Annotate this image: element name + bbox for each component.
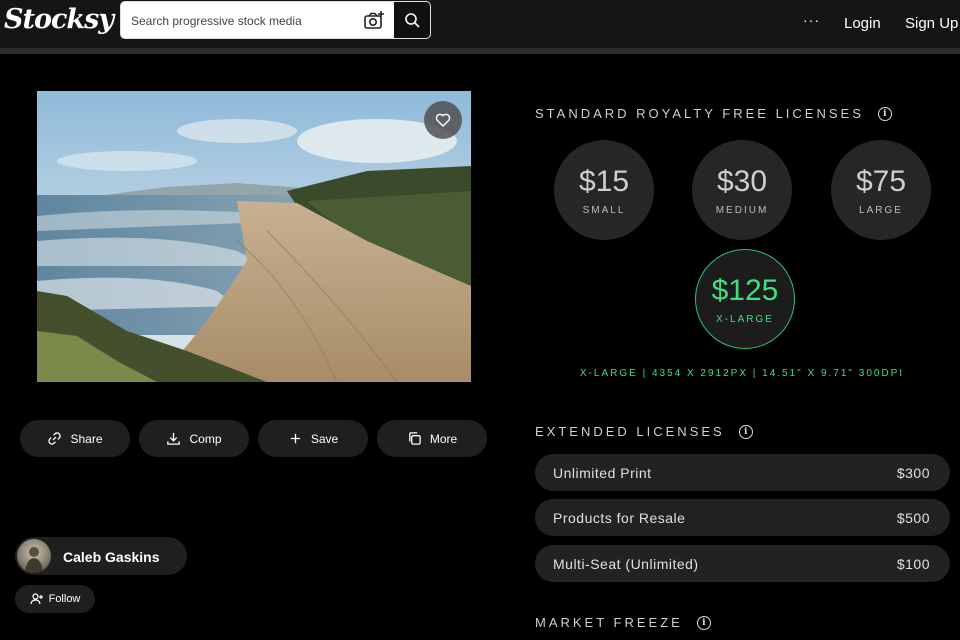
top-header: Stocksy ··· Login Sign Up: [0, 0, 960, 48]
license-price: $75: [855, 164, 907, 198]
extended-license-row[interactable]: Multi-Seat (Unlimited) $100: [535, 545, 950, 582]
extended-licenses-title: EXTENDED LICENSES: [535, 424, 725, 439]
favorite-button[interactable]: [424, 101, 462, 139]
login-link[interactable]: Login: [844, 15, 881, 32]
extended-license-label: Unlimited Print: [553, 465, 652, 481]
save-button[interactable]: Save: [258, 420, 368, 457]
license-price: $125: [711, 273, 779, 307]
add-user-icon: [29, 593, 43, 605]
extended-license-row[interactable]: Products for Resale $500: [535, 499, 950, 536]
license-option-medium[interactable]: $30 MEDIUM: [692, 140, 792, 240]
search-icon: [405, 13, 420, 28]
comp-button[interactable]: Comp: [139, 420, 249, 457]
search-bar: [120, 1, 431, 39]
more-label: More: [429, 431, 458, 446]
info-icon[interactable]: i: [738, 424, 753, 439]
follow-label: Follow: [48, 593, 81, 605]
more-menu-icon[interactable]: ···: [803, 12, 820, 28]
link-icon: [48, 432, 62, 445]
extended-license-price: $100: [896, 556, 930, 572]
info-icon[interactable]: i: [696, 615, 711, 630]
follow-button[interactable]: Follow: [15, 585, 95, 613]
avatar: [17, 539, 51, 573]
extended-license-row[interactable]: Unlimited Print $300: [535, 454, 950, 491]
license-price: $15: [578, 164, 630, 198]
standard-licenses-title: STANDARD ROYALTY FREE LICENSES: [535, 106, 864, 121]
heart-icon: [435, 113, 451, 127]
license-price: $30: [716, 164, 768, 198]
save-label: Save: [310, 431, 339, 446]
comp-label: Comp: [189, 431, 222, 446]
extended-license-price: $500: [896, 510, 930, 526]
search-input[interactable]: [131, 11, 351, 31]
market-freeze-title: MARKET FREEZE: [535, 615, 683, 630]
standard-licenses-heading: STANDARD ROYALTY FREE LICENSES i: [535, 106, 892, 121]
signup-link[interactable]: Sign Up: [905, 15, 958, 32]
header-divider: [0, 48, 960, 54]
search-button[interactable]: [394, 2, 430, 38]
extended-license-label: Products for Resale: [553, 510, 686, 526]
more-button[interactable]: More: [377, 420, 487, 457]
camera-search-icon[interactable]: [363, 10, 385, 32]
license-option-xlarge[interactable]: $125 X-LARGE: [695, 249, 795, 349]
author-chip[interactable]: Caleb Gaskins: [15, 537, 187, 575]
author-name[interactable]: Caleb Gaskins: [63, 549, 160, 565]
download-icon: [167, 432, 181, 445]
license-size: X-LARGE: [716, 313, 774, 325]
stock-photo[interactable]: [37, 91, 471, 382]
license-size: SMALL: [582, 204, 626, 216]
copy-icon: [408, 432, 421, 445]
market-freeze-heading: MARKET FREEZE i: [535, 615, 711, 630]
share-button[interactable]: Share: [20, 420, 130, 457]
extended-licenses-heading: EXTENDED LICENSES i: [535, 424, 753, 439]
license-size: LARGE: [859, 204, 903, 216]
stocksy-logo[interactable]: Stocksy: [4, 4, 114, 35]
license-size: MEDIUM: [715, 204, 769, 216]
plus-icon: [290, 433, 300, 444]
share-label: Share: [70, 431, 103, 446]
extended-license-label: Multi-Seat (Unlimited): [553, 556, 699, 572]
selected-license-spec: X-LARGE | 4354 X 2912PX | 14.51" X 9.71"…: [579, 368, 905, 379]
info-icon[interactable]: i: [877, 106, 892, 121]
license-option-small[interactable]: $15 SMALL: [554, 140, 654, 240]
extended-license-price: $300: [896, 465, 930, 481]
license-option-large[interactable]: $75 LARGE: [831, 140, 931, 240]
